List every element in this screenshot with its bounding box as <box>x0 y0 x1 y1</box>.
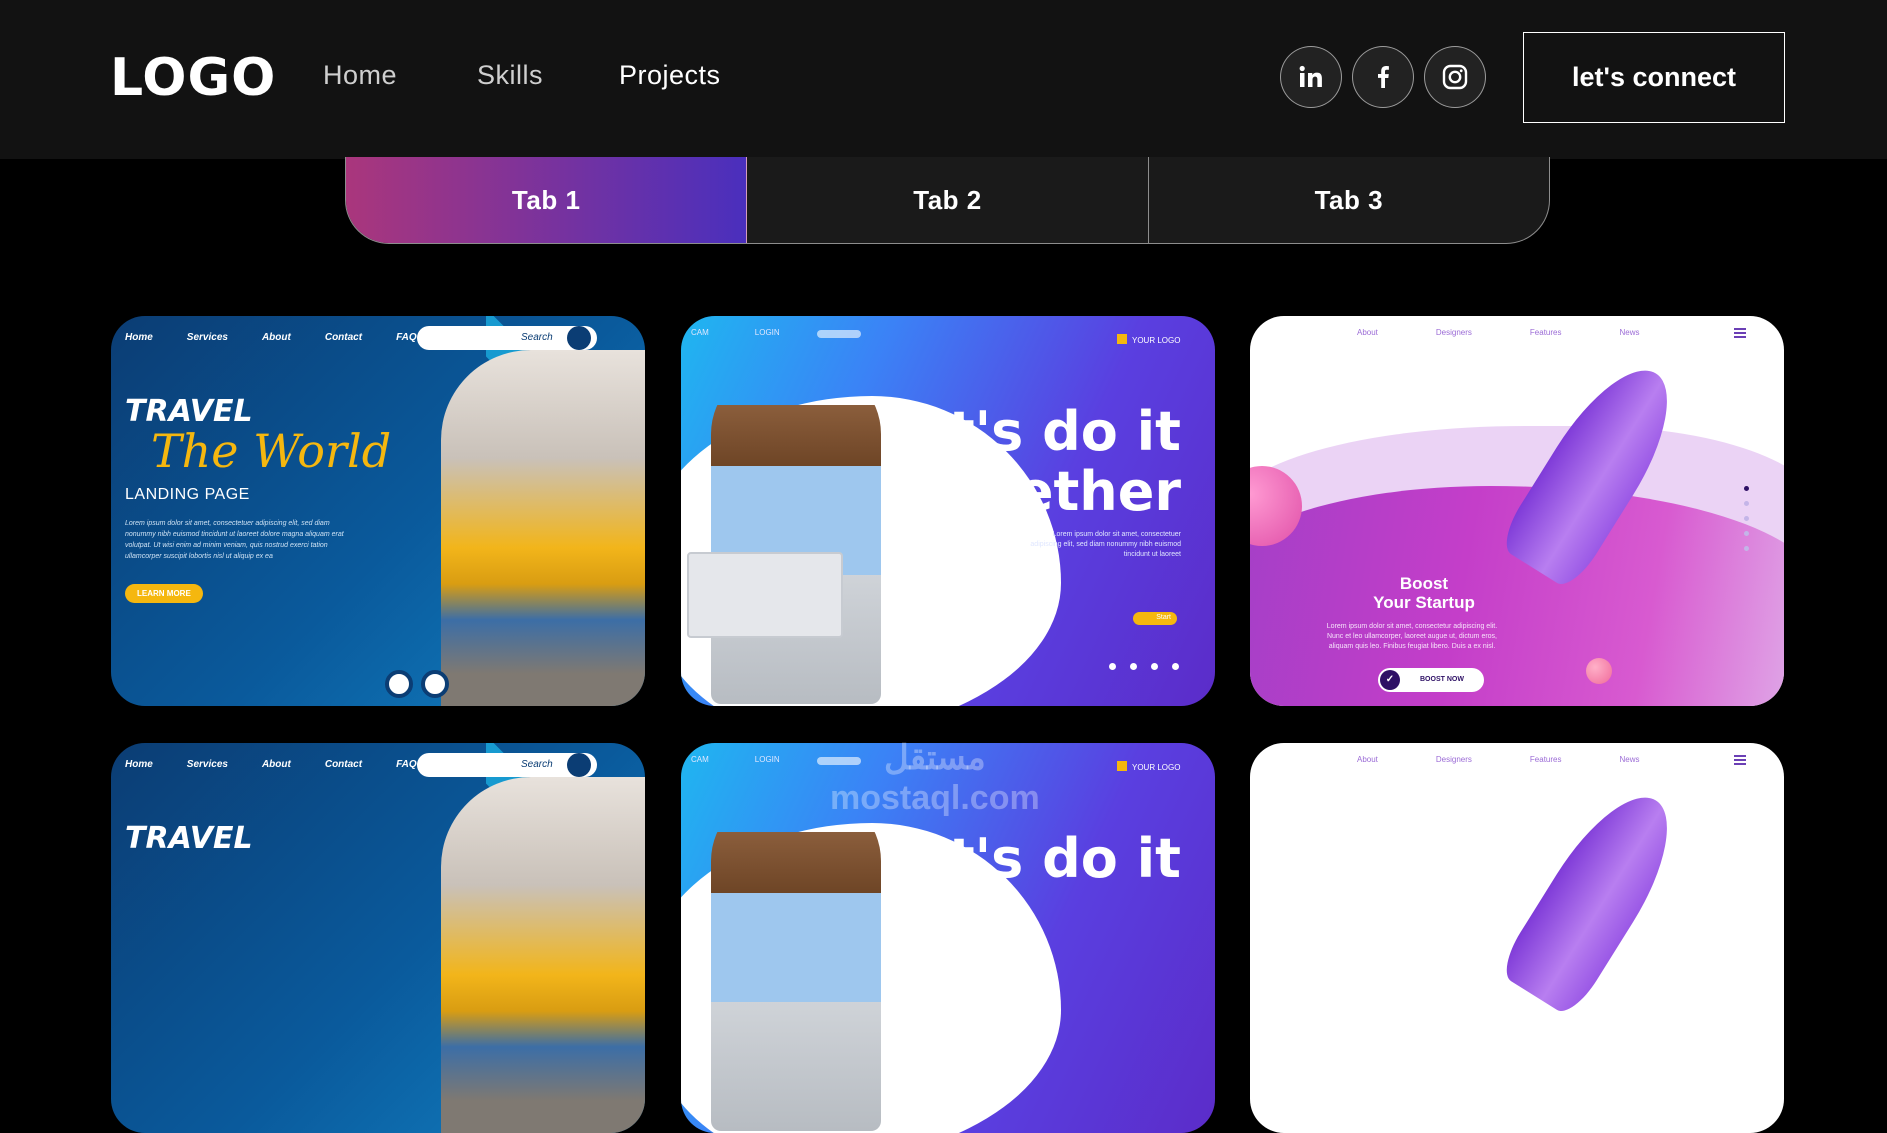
card-nav-item: Features <box>1529 328 1562 337</box>
card-headline: let's do it <box>894 829 1181 889</box>
card-title-line: Your Startup <box>1373 593 1475 612</box>
card-headline-line: let's do it <box>893 400 1181 463</box>
hamburger-icon <box>1734 755 1746 765</box>
card-nav-item: About <box>1357 755 1378 764</box>
card-nav: Home Services About Contact FAQ <box>125 332 417 343</box>
person-photo <box>711 791 881 1131</box>
pager-dot <box>1744 501 1749 506</box>
card-nav-item: Designers <box>1435 755 1472 764</box>
nav-link-projects[interactable]: Projects <box>619 60 721 91</box>
instagram-button[interactable] <box>1424 46 1486 108</box>
card-headline-line: together <box>915 460 1181 523</box>
card-nav-item: Contact <box>324 759 363 770</box>
card-brand: YOUR LOGO <box>1117 334 1180 345</box>
card-nav: CAM LOGIN <box>691 755 780 764</box>
logo[interactable]: LOGO <box>110 48 276 108</box>
traveler-photo <box>441 350 645 706</box>
card-nav-item: Home <box>125 759 153 770</box>
pager-dot <box>1744 516 1749 521</box>
facebook-button[interactable] <box>1352 46 1414 108</box>
card-button: LEARN MORE <box>125 584 203 603</box>
card-button: Start <box>1133 612 1177 625</box>
search-icon <box>567 753 591 777</box>
card-nav-item: LOGIN <box>754 328 780 337</box>
card-nav-item: About <box>1357 328 1378 337</box>
card-subtitle: LANDING PAGE <box>125 486 250 503</box>
card-nav-item: News <box>1619 328 1640 337</box>
project-card-travel[interactable]: Home Services About Contact FAQ Search T… <box>111 743 645 1133</box>
nav-link-home[interactable]: Home <box>323 60 397 91</box>
card-body: Lorem ipsum dolor sit amet, consectetuer… <box>125 520 344 560</box>
decorative-pill <box>817 330 861 338</box>
laptop-image <box>687 552 843 638</box>
card-title: Boost Your Startup <box>1334 574 1514 612</box>
card-nav-item: About <box>261 759 291 770</box>
card-nav: About Designers Features News <box>1357 755 1640 764</box>
traveler-photo <box>441 777 645 1133</box>
nav-link-skills[interactable]: Skills <box>477 60 543 91</box>
card-nav-item: FAQ <box>396 332 417 343</box>
arrow-right-icon <box>421 670 449 698</box>
card-nav-item: About <box>261 332 291 343</box>
card-body: Lorem ipsum dolor sit amet, consectetuer… <box>1030 531 1181 558</box>
mail-icon <box>1130 663 1137 670</box>
card-brand: YOUR LOGO <box>1117 761 1180 772</box>
card-nav: Home Services About Contact FAQ <box>125 759 417 770</box>
card-title-script: The World <box>151 424 392 478</box>
card-headline: let's do it together <box>894 402 1181 522</box>
linkedin-button[interactable] <box>1280 46 1342 108</box>
decorative-planet <box>1586 658 1612 684</box>
card-icons <box>1109 663 1179 670</box>
pager-dot <box>1744 531 1749 536</box>
card-nav-item: FAQ <box>396 759 417 770</box>
watermark-latin: mostaql.com <box>830 779 1040 817</box>
card-button: BOOST NOW <box>1378 668 1484 692</box>
card-nav-item: News <box>1619 755 1640 764</box>
navbar: LOGO Home Skills Projects let's connect <box>0 0 1887 159</box>
carousel-arrows <box>385 670 449 698</box>
card-headline-line: let's do it <box>893 827 1181 890</box>
project-card-together[interactable]: CAM LOGIN YOUR LOGO let's do it together… <box>681 316 1215 706</box>
tab-1[interactable]: Tab 1 <box>346 157 748 243</box>
facebook-icon <box>1378 66 1389 88</box>
tab-2[interactable]: Tab 2 <box>747 157 1149 243</box>
search-icon <box>567 326 591 350</box>
card-nav: CAM LOGIN <box>691 328 780 337</box>
pager-dots <box>1744 486 1749 551</box>
card-nav-item: Services <box>186 332 228 343</box>
card-nav: About Designers Features News <box>1357 328 1640 337</box>
person-photo <box>711 364 881 704</box>
card-nav-item: Designers <box>1435 328 1472 337</box>
card-title: TRAVEL <box>125 821 253 856</box>
card-nav-item: CAM <box>691 755 709 764</box>
card-nav-item: LOGIN <box>754 755 780 764</box>
card-nav-item: CAM <box>691 328 709 337</box>
globe-icon <box>1172 663 1179 670</box>
instagram-icon <box>1442 64 1468 90</box>
hamburger-icon <box>1734 328 1746 338</box>
project-tabs: Tab 1 Tab 2 Tab 3 <box>345 157 1550 244</box>
card-title-line: Boost <box>1399 574 1449 593</box>
card-nav-item: Services <box>186 759 228 770</box>
watermark-arabic: مستقل <box>883 739 986 777</box>
card-nav-item: Features <box>1529 755 1562 764</box>
pager-dot <box>1744 546 1749 551</box>
phone-icon <box>1151 663 1158 670</box>
location-icon <box>1109 663 1116 670</box>
project-card-startup[interactable]: About Designers Features News Boost Your… <box>1250 316 1784 706</box>
tab-3[interactable]: Tab 3 <box>1149 157 1549 243</box>
project-card-travel[interactable]: Home Services About Contact FAQ Search T… <box>111 316 645 706</box>
card-nav-item: Contact <box>324 332 363 343</box>
card-body: Lorem ipsum dolor sit amet, consectetur … <box>1326 623 1498 650</box>
arrow-left-icon <box>385 670 413 698</box>
card-nav-item: Home <box>125 332 153 343</box>
watermark: مستقل mostaql.com <box>830 738 1040 818</box>
linkedin-icon <box>1299 65 1322 87</box>
project-card-startup[interactable]: About Designers Features News <box>1250 743 1784 1133</box>
connect-button[interactable]: let's connect <box>1523 32 1785 123</box>
pager-dot <box>1744 486 1749 491</box>
rocket-image <box>1495 776 1695 1020</box>
